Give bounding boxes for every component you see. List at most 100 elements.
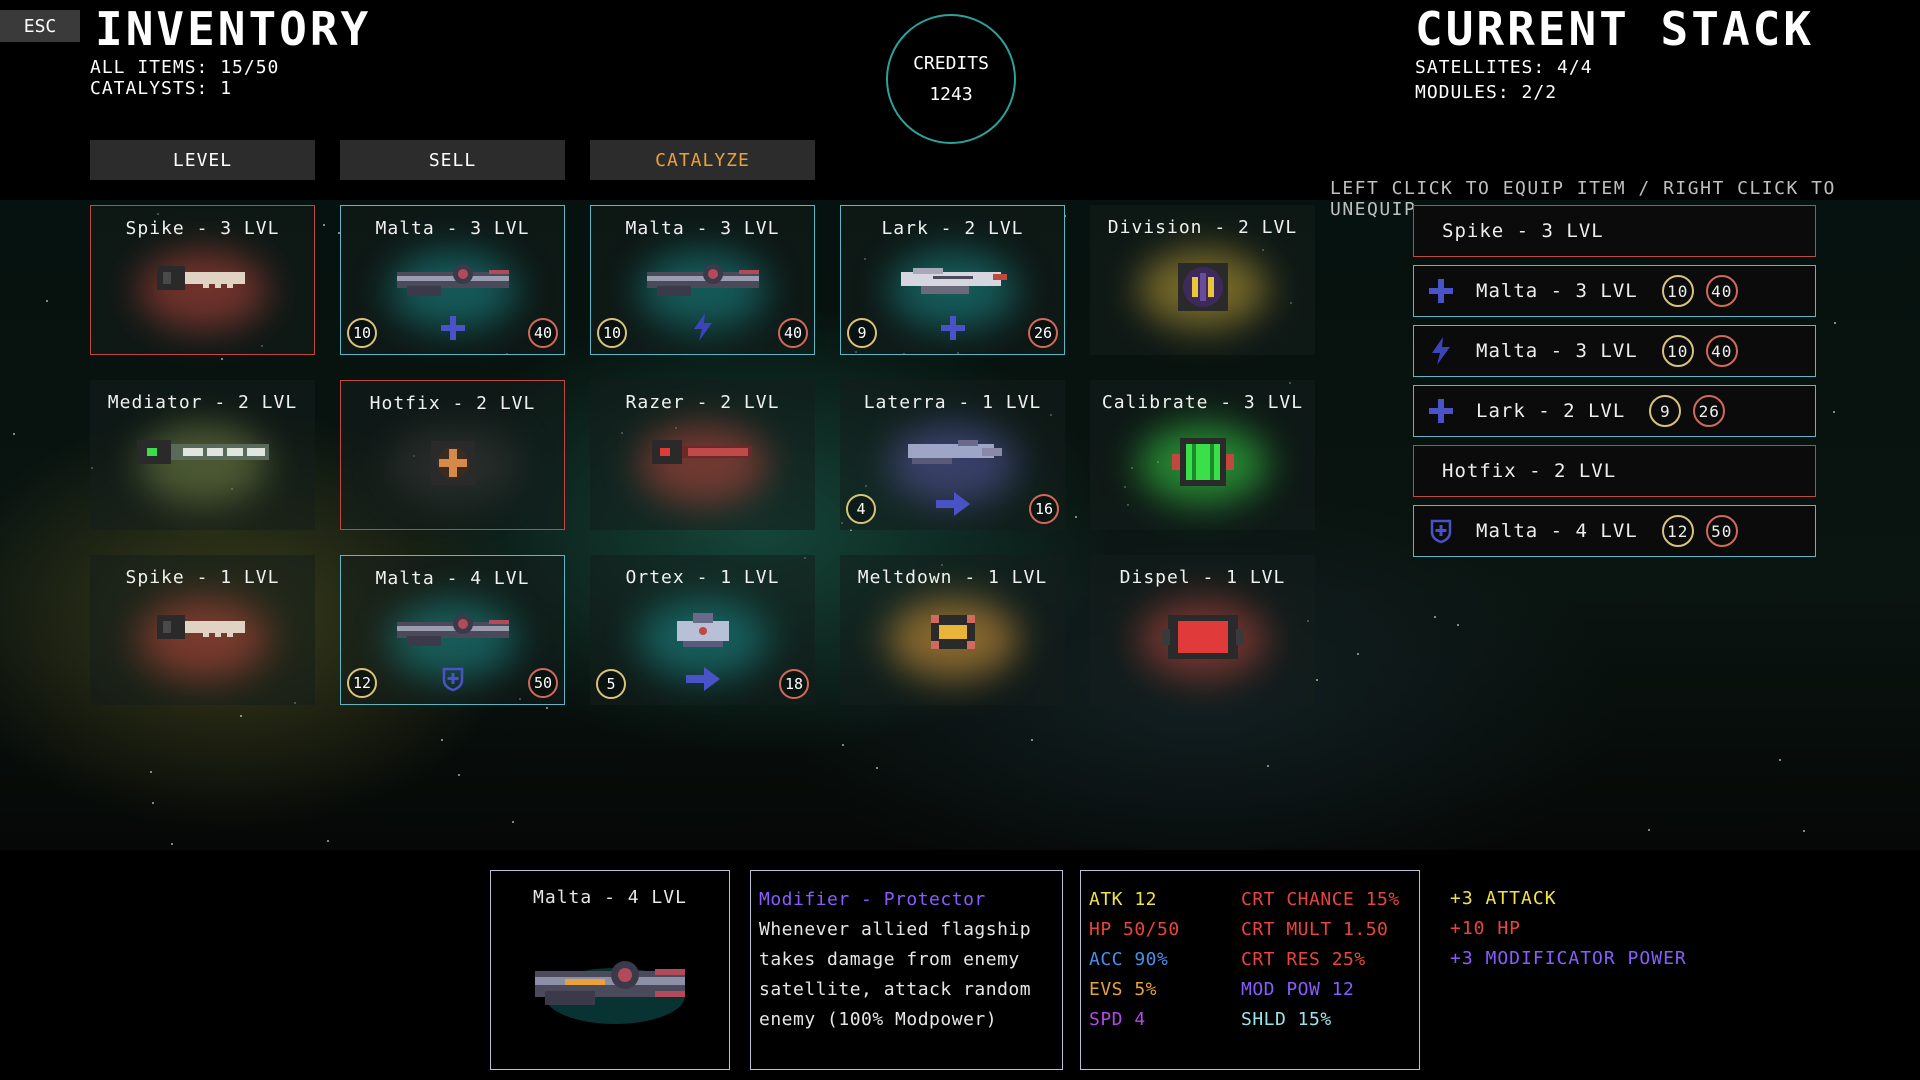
detail-item-name: Malta - 4 LVL [533,887,687,908]
item-name: Spike - 3 LVL [125,218,280,239]
item-name: Malta - 3 LVL [375,218,530,239]
star [323,224,325,226]
bonus-line: +3 MODIFICATOR POWER [1450,948,1687,969]
star [13,433,15,435]
star [240,715,242,717]
detail-item-panel: Malta - 4 LVL [490,870,730,1070]
modifier-description-line: takes damage from enemy [759,949,1020,970]
tab-catalyze[interactable]: CATALYZE [590,140,815,180]
ortex-satellite-icon [663,607,743,661]
inventory-item[interactable]: Division - 2 LVL [1090,205,1315,355]
inventory-item[interactable]: Laterra - 1 LVL 4 16 [840,380,1065,530]
inventory-title: INVENTORY [95,2,372,56]
inventory-item[interactable]: Ortex - 1 LVL 5 18 [590,555,815,705]
plus-icon [1426,277,1456,305]
shield-plus-icon [440,666,466,696]
stack-item[interactable]: Spike - 3 LVL [1413,205,1816,257]
stat-line: EVS 5% [1089,979,1158,1000]
inventory-item[interactable]: Spike - 1 LVL [90,555,315,705]
spike-satellite-icon [153,258,253,302]
item-stat-left: 10 [347,318,377,348]
item-name: Division - 2 LVL [1107,217,1298,238]
item-stat-right: 50 [528,668,558,698]
all-items-count: ALL ITEMS: 15/50 [90,57,280,78]
spike-satellite-icon [153,607,253,651]
inventory-item[interactable]: Lark - 2 LVL 9 26 [840,205,1065,355]
inventory-item[interactable]: Hotfix - 2 LVL [340,380,565,530]
stack-stat-right: 50 [1705,515,1738,547]
modifier-title: Modifier - Protector [759,889,986,910]
stat-line: SHLD 15% [1241,1009,1332,1030]
inventory-item[interactable]: Malta - 4 LVL 12 50 [340,555,565,705]
star [1267,765,1269,767]
item-name: Calibrate - 3 LVL [1101,392,1304,413]
plus-icon [1426,397,1456,425]
lightning-icon [689,312,717,346]
stat-line: MOD POW 12 [1241,979,1355,1000]
item-name: Malta - 3 LVL [625,218,780,239]
stack-item[interactable]: Malta - 4 LVL 12 50 [1413,505,1816,557]
tab-level[interactable]: LEVEL [90,140,315,180]
item-name: Mediator - 2 LVL [107,392,298,413]
modifier-description-line: Whenever allied flagship [759,919,1032,940]
item-name: Ortex - 1 LVL [625,567,780,588]
inventory-item[interactable]: Spike - 3 LVL [90,205,315,355]
hotfix-module-icon [423,433,483,497]
satellites-count: SATELLITES: 4/4 [1415,57,1593,78]
item-stat-right: 18 [779,669,809,699]
star [441,739,443,741]
inventory-item[interactable]: Razer - 2 LVL [590,380,815,530]
star [1779,759,1781,761]
stat-line: SPD 4 [1089,1009,1146,1030]
stack-item[interactable]: Malta - 3 LVL 10 40 [1413,325,1816,377]
item-name: Dispel - 1 LVL [1119,567,1286,588]
meltdown-module-icon [923,607,983,661]
inventory-item[interactable]: Malta - 3 LVL 10 40 [590,205,815,355]
star [546,707,548,709]
credits-label: CREDITS [913,53,989,74]
malta-satellite-icon [393,608,513,656]
star [1316,679,1318,681]
laterra-satellite-icon [898,432,1008,476]
item-stat-left: 5 [596,669,626,699]
inventory-item[interactable]: Mediator - 2 LVL [90,380,315,530]
stack-item[interactable]: Hotfix - 2 LVL [1413,445,1816,497]
plus-icon [939,314,967,346]
stack-item[interactable]: Lark - 2 LVL 9 26 [1413,385,1816,437]
bonus-line: +10 HP [1450,918,1522,939]
arrow-right-icon [684,665,722,697]
item-stat-left: 10 [597,318,627,348]
stat-line: CRT CHANCE 15% [1241,889,1400,910]
star [1833,411,1835,413]
lightning-icon [1426,336,1456,366]
star [327,840,329,842]
item-name: Lark - 2 LVL [881,218,1024,239]
item-stat-right: 16 [1029,494,1059,524]
star [1834,322,1836,324]
item-stat-left: 4 [846,494,876,524]
modifier-description-line: satellite, attack random [759,979,1032,1000]
star [152,802,154,804]
inventory-item[interactable]: Calibrate - 3 LVL [1090,380,1315,530]
modifier-panel: Modifier - Protector Whenever allied fla… [750,870,1063,1070]
star [458,774,460,776]
bonus-list: +3 ATTACK +10 HP +3 MODIFICATOR POWER [1450,884,1687,974]
stack-stat-left: 9 [1649,395,1682,427]
malta-satellite-icon [643,258,763,306]
star [46,300,48,302]
stat-line: CRT RES 25% [1241,949,1366,970]
star [1075,516,1077,518]
star [1457,624,1459,626]
inventory-item[interactable]: Malta - 3 LVL 10 40 [340,205,565,355]
star [1434,616,1436,618]
inventory-item[interactable]: Dispel - 1 LVL [1090,555,1315,705]
stack-item[interactable]: Malta - 3 LVL 10 40 [1413,265,1816,317]
item-stat-left: 12 [347,668,377,698]
stack-stat-right: 26 [1693,395,1726,427]
tab-sell[interactable]: SELL [340,140,565,180]
esc-button[interactable]: ESC [0,10,80,42]
dispel-module-icon [1158,607,1248,671]
inventory-item[interactable]: Meltdown - 1 LVL [840,555,1065,705]
bonus-line: +3 ATTACK [1450,888,1557,909]
shield-plus-icon [1426,518,1456,544]
